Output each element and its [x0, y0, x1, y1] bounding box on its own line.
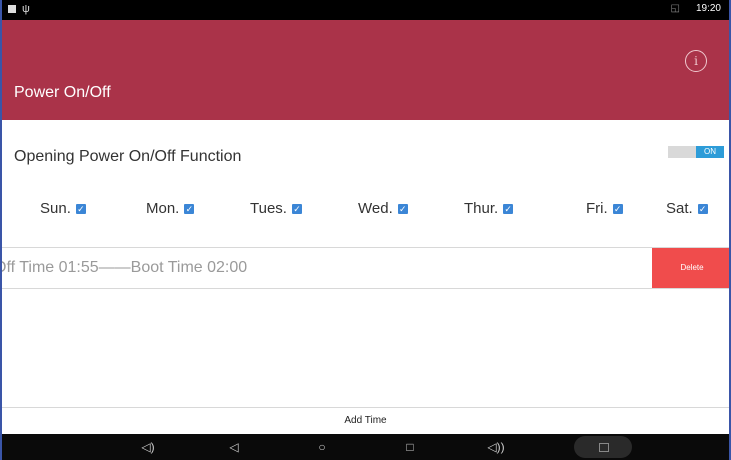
signal-icon: ◱	[670, 3, 680, 14]
toggle-on-label: ON	[696, 146, 724, 158]
day-label: Mon.	[146, 200, 180, 217]
status-time: 19:20	[695, 3, 721, 14]
day-mon[interactable]: Mon. ✓	[146, 200, 195, 217]
day-tues[interactable]: Tues. ✓	[250, 200, 302, 217]
screenshot-icon[interactable]	[574, 436, 632, 458]
recent-apps-icon[interactable]: □	[400, 434, 420, 460]
back-icon[interactable]: ◁	[224, 434, 244, 460]
page-title: Power On/Off	[14, 84, 111, 101]
status-bar: ψ ◱ 19:20	[2, 0, 729, 20]
day-label: Fri.	[586, 200, 608, 217]
schedule-item[interactable]: Off Time 01:55——Boot Time 02:00 Delete	[2, 248, 729, 288]
info-icon[interactable]: i	[685, 50, 707, 72]
device-screen: ψ ◱ 19:20 Power On/Off i Opening Power O…	[0, 0, 731, 460]
day-label: Sun.	[40, 200, 71, 217]
function-label: Opening Power On/Off Function	[14, 148, 242, 165]
day-wed[interactable]: Wed. ✓	[358, 200, 408, 217]
checkbox-checked-icon[interactable]: ✓	[75, 203, 86, 214]
checkbox-checked-icon[interactable]: ✓	[397, 203, 408, 214]
notification-image-icon	[8, 5, 16, 13]
checkbox-checked-icon[interactable]: ✓	[291, 203, 302, 214]
app-bar: Power On/Off i	[2, 20, 729, 120]
day-label: Wed.	[358, 200, 393, 217]
power-toggle[interactable]: ON	[668, 146, 724, 158]
day-thur[interactable]: Thur. ✓	[464, 200, 514, 217]
day-label: Sat.	[666, 200, 693, 217]
checkbox-checked-icon[interactable]: ✓	[697, 203, 708, 214]
delete-button[interactable]: Delete	[652, 248, 729, 288]
checkbox-checked-icon[interactable]: ✓	[503, 203, 514, 214]
add-time-button[interactable]: Add Time	[2, 408, 729, 434]
checkbox-checked-icon[interactable]: ✓	[612, 203, 623, 214]
usb-icon: ψ	[22, 3, 30, 15]
home-icon[interactable]: ○	[312, 434, 332, 460]
volume-up-icon[interactable]: ◁))	[486, 434, 506, 460]
day-sat[interactable]: Sat. ✓	[666, 200, 708, 217]
day-label: Thur.	[464, 200, 499, 217]
day-label: Tues.	[250, 200, 287, 217]
checkbox-checked-icon[interactable]: ✓	[184, 203, 195, 214]
day-fri[interactable]: Fri. ✓	[586, 200, 623, 217]
navigation-bar: ◁) ◁ ○ □ ◁))	[2, 434, 729, 460]
divider	[2, 288, 729, 289]
weekday-selector: Sun. ✓ Mon. ✓ Tues. ✓ Wed. ✓ Thur. ✓ Fri…	[2, 200, 729, 220]
day-sun[interactable]: Sun. ✓	[40, 200, 86, 217]
schedule-time-text: Off Time 01:55——Boot Time 02:00	[0, 259, 248, 276]
volume-down-icon[interactable]: ◁)	[138, 434, 158, 460]
